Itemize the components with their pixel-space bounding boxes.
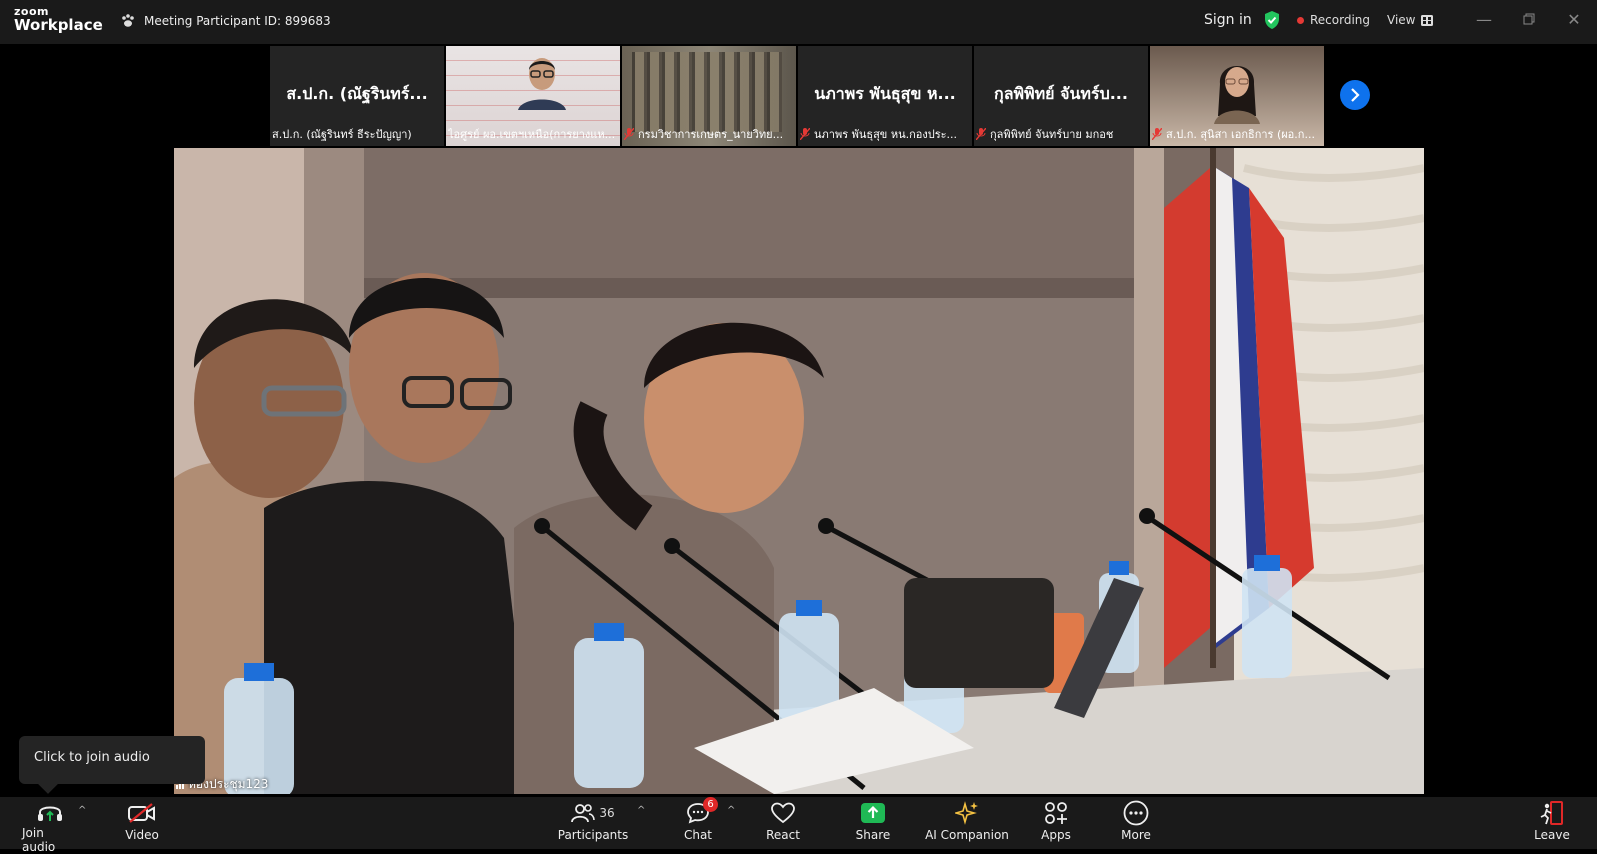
tooltip-text: Click to join audio xyxy=(34,750,150,765)
tile-caption-text: กุลพิพิทย์ จันทร์บาย มกอช xyxy=(990,128,1114,141)
close-icon[interactable]: ✕ xyxy=(1564,10,1584,30)
sparkle-icon xyxy=(955,801,978,825)
grid-view-icon xyxy=(1421,14,1434,26)
ai-companion-button[interactable]: AI Companion xyxy=(925,801,1009,847)
participants-options-caret-icon[interactable]: ^ xyxy=(637,805,645,816)
restore-icon[interactable] xyxy=(1519,10,1539,30)
participant-tile[interactable]: นภาพร พันธุสุข ห... นภาพร พันธุสุข หน.กอ… xyxy=(798,46,972,146)
share-label: Share xyxy=(855,828,891,842)
participant-video-person xyxy=(1214,66,1260,124)
chat-button[interactable]: 6 Chat xyxy=(680,797,718,847)
participant-tile[interactable]: กุลพิพิทย์ จันทร์บ... กุลพิพิทย์ จันทร์บ… xyxy=(974,46,1148,146)
recording-indicator[interactable]: Recording xyxy=(1297,0,1370,40)
next-page-button[interactable] xyxy=(1340,80,1370,110)
chat-label: Chat xyxy=(683,828,713,842)
tile-caption-text: นภาพร พันธุสุข หน.กองประ... xyxy=(814,128,958,141)
tile-caption-text: กรมวิชาการเกษตร_นายวิทย... xyxy=(638,128,784,141)
tile-caption: ส.ป.ก. (ณัฐรินทร์ ธีระปัญญา) xyxy=(272,125,442,143)
paw-icon xyxy=(122,14,134,27)
mic-muted-icon xyxy=(1152,128,1162,140)
video-off-icon xyxy=(128,803,155,823)
participant-tile[interactable]: ส.ป.ก. (ณัฐรินทร์... ส.ป.ก. (ณัฐรินทร์ ธ… xyxy=(270,46,444,146)
share-button[interactable]: Share xyxy=(853,801,893,847)
leave-label: Leave xyxy=(1534,828,1570,842)
react-label: React xyxy=(766,828,800,842)
more-label: More xyxy=(1121,828,1151,842)
shield-check-icon xyxy=(1265,11,1279,29)
participant-tile[interactable]: ส.ป.ก. สุนิสา เอกธิการ (ผอ.ก... xyxy=(1150,46,1324,146)
participant-strip: ส.ป.ก. (ณัฐรินทร์... ส.ป.ก. (ณัฐรินทร์ ธ… xyxy=(270,46,1324,146)
participants-button[interactable]: 36 Participants xyxy=(553,801,633,847)
meeting-room-scene xyxy=(174,148,1424,794)
join-audio-button[interactable]: Join audio xyxy=(22,801,78,854)
participant-tile[interactable]: ไอศูรย์ ผอ.เขตฯเหนือ(การยางแห... xyxy=(446,46,620,146)
chat-options-caret-icon[interactable]: ^ xyxy=(727,805,735,816)
tile-caption-text: ส.ป.ก. สุนิสา เอกธิการ (ผอ.ก... xyxy=(1166,128,1315,141)
participant-tile[interactable]: กรมวิชาการเกษตร_นายวิทย... xyxy=(622,46,796,146)
main-video[interactable] xyxy=(174,148,1424,794)
chevron-right-icon xyxy=(1351,88,1360,102)
leave-door-icon xyxy=(1540,801,1563,825)
participants-count: 36 xyxy=(599,806,615,820)
title-bar: zoom Workplace Meeting Participant ID: 8… xyxy=(0,0,1597,44)
tile-caption-text: ไอศูรย์ ผอ.เขตฯเหนือ(การยางแห... xyxy=(448,128,616,141)
meeting-id[interactable]: Meeting Participant ID: 899683 xyxy=(120,11,331,31)
tile-caption: นภาพร พันธุสุข หน.กองประ... xyxy=(800,125,970,143)
tile-caption: ส.ป.ก. สุนิสา เอกธิการ (ผอ.ก... xyxy=(1152,125,1322,143)
mic-muted-icon xyxy=(624,128,634,140)
participants-icon xyxy=(571,804,596,823)
participant-video-person xyxy=(518,58,566,110)
headphones-up-icon xyxy=(38,806,62,821)
video-label: Video xyxy=(125,828,159,842)
apps-label: Apps xyxy=(1041,828,1071,842)
video-button[interactable]: Video xyxy=(124,801,160,847)
more-icon xyxy=(1123,800,1149,826)
audio-options-caret-icon[interactable]: ^ xyxy=(78,805,86,816)
meeting-toolbar: Join audio ^ Video 36 Participants ^ 6 C… xyxy=(0,797,1597,854)
tile-big-name: นภาพร พันธุสุข ห... xyxy=(814,84,956,103)
encryption-shield[interactable] xyxy=(1263,0,1281,40)
tile-big-name: ส.ป.ก. (ณัฐรินทร์... xyxy=(286,84,428,103)
apps-icon xyxy=(1045,802,1067,824)
heart-icon xyxy=(771,802,795,824)
zoom-logo: zoom Workplace xyxy=(14,6,103,33)
tile-big-name: กุลพิพิทย์ จันทร์บ... xyxy=(994,84,1128,103)
recording-dot-icon xyxy=(1297,16,1304,24)
apps-button[interactable]: Apps xyxy=(1038,801,1074,847)
meeting-id-text: Meeting Participant ID: 899683 xyxy=(144,14,331,28)
leave-button[interactable]: Leave xyxy=(1532,801,1572,847)
mic-muted-icon xyxy=(800,128,810,140)
join-audio-label: Join audio xyxy=(22,826,56,854)
view-button[interactable]: View xyxy=(1387,0,1434,40)
tile-caption: กุลพิพิทย์ จันทร์บาย มกอช xyxy=(976,125,1146,143)
recording-label: Recording xyxy=(1310,13,1371,27)
ai-companion-label: AI Companion xyxy=(925,828,1009,842)
chat-unread-badge: 6 xyxy=(703,797,718,812)
tile-caption-text: ส.ป.ก. (ณัฐรินทร์ ธีระปัญญา) xyxy=(272,128,412,141)
sign-in-link[interactable]: Sign in xyxy=(1204,0,1252,40)
logo-workplace-text: Workplace xyxy=(14,16,103,34)
minimize-icon[interactable]: — xyxy=(1474,10,1494,30)
share-screen-icon xyxy=(861,803,885,823)
view-label: View xyxy=(1387,13,1416,27)
react-button[interactable]: React xyxy=(763,801,803,847)
tile-caption: ไอศูรย์ ผอ.เขตฯเหนือ(การยางแห... xyxy=(448,125,618,143)
mic-muted-icon xyxy=(976,128,986,140)
join-audio-tooltip: Click to join audio xyxy=(19,736,205,784)
participants-label: Participants xyxy=(557,828,629,842)
tile-caption: กรมวิชาการเกษตร_นายวิทย... xyxy=(624,125,794,143)
more-button[interactable]: More xyxy=(1118,800,1154,847)
